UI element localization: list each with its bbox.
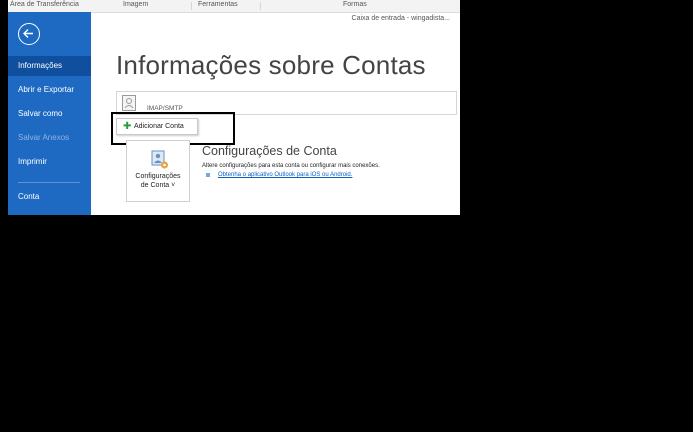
ribbon-group-clipboard: Área de Transferência [10, 1, 79, 8]
bullet-icon [206, 173, 210, 177]
account-settings-label-line2: de Conta ˅ [140, 182, 176, 189]
account-settings-icon [151, 150, 168, 169]
sidebar-item-informacoes[interactable]: Informações [8, 56, 91, 76]
ribbon-group-shapes: Formas [343, 1, 367, 8]
ribbon-separator [191, 2, 192, 10]
page-title: Informações sobre Contas [116, 50, 426, 80]
back-button[interactable] [18, 23, 40, 45]
ribbon-group-tools: Ferramentas [198, 1, 238, 8]
ribbon-separator [260, 2, 261, 10]
sidebar-item-abrir-exportar[interactable]: Abrir e Exportar [8, 80, 91, 100]
sidebar-item-salvar-como[interactable]: Salvar como [8, 104, 91, 124]
sidebar-item-imprimir[interactable]: Imprimir [8, 152, 91, 172]
account-type-label: IMAP/SMTP [147, 105, 183, 112]
outlook-mobile-link[interactable]: Obtenha o aplicativo Outlook para iOS ou… [218, 172, 352, 178]
ribbon-group-image: Imagem [123, 1, 149, 8]
sidebar-item-salvar-anexos[interactable]: Salvar Anexos [8, 128, 91, 148]
section-description: Altere configurações para esta conta ou … [202, 163, 380, 169]
outlook-backstage-screenshot: Área de Transferência Imagem Ferramentas… [8, 0, 460, 215]
mailbox-label: Caixa de entrada - wingadista... [351, 15, 450, 22]
section-title: Configurações de Conta [202, 144, 337, 158]
account-settings-label-line1: Configurações [135, 173, 181, 180]
back-arrow-icon [23, 29, 33, 38]
account-icon [122, 95, 136, 111]
account-settings-button[interactable]: Configurações de Conta ˅ [126, 140, 190, 202]
backstage-sidebar: Informações Abrir e Exportar Salvar como… [8, 12, 91, 215]
sidebar-item-conta[interactable]: Conta [8, 187, 91, 207]
sidebar-divider [18, 182, 80, 183]
